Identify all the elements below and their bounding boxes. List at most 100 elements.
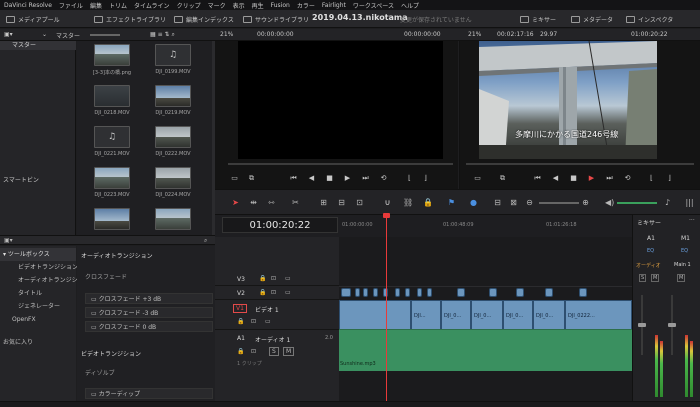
tree-generators[interactable]: ジェネレーター <box>0 300 76 313</box>
mute-button[interactable]: M <box>283 347 295 356</box>
selection-tool-icon[interactable]: ➤ <box>231 198 240 207</box>
track-header-v1[interactable]: V1 ビデオ 1 🔒 ⊡ ▭ <box>215 300 339 330</box>
go-to-end-icon[interactable]: ⏭ <box>606 175 613 182</box>
playhead-handle[interactable] <box>383 213 390 218</box>
menu-trim[interactable]: トリム <box>109 1 127 10</box>
smart-bins[interactable]: スマートビン <box>3 175 39 184</box>
media-clip[interactable]: DJI_0218.MOV <box>83 85 141 116</box>
menu-file[interactable]: ファイル <box>59 1 83 10</box>
lock-icon[interactable]: 🔒 <box>237 318 244 325</box>
menu-color[interactable]: カラー <box>297 1 315 10</box>
mark-out-icon[interactable]: ⌋ <box>666 175 673 182</box>
solo-button[interactable]: S <box>269 347 279 356</box>
video-clip-v1[interactable]: DJI_0... <box>441 300 471 330</box>
fx-dip-to-color[interactable]: ▭ カラーディップ <box>85 388 213 399</box>
search-icon[interactable]: ⌕ <box>204 237 207 245</box>
source-zoom[interactable]: 21% <box>220 31 233 38</box>
full-extent-zoom-icon[interactable]: ⊠ <box>509 198 518 207</box>
effects-library-button[interactable]: エフェクトライブラリ <box>94 13 166 25</box>
tree-openfx[interactable]: OpenFX <box>0 313 76 326</box>
blade-tool-icon[interactable]: ✂ <box>291 198 300 207</box>
video-clip-v2[interactable] <box>341 288 351 297</box>
track-header-v2[interactable]: V2 🔒 ⊡ ▭ <box>215 286 339 300</box>
more-options-icon[interactable]: ··· <box>689 217 695 224</box>
viewer-options-icon[interactable]: ▭ <box>231 175 238 182</box>
lock-icon[interactable]: 🔒 <box>259 289 266 296</box>
menu-playback[interactable]: 再生 <box>252 1 264 10</box>
mixer-button[interactable]: ミキサー <box>520 13 556 25</box>
video-clip-v2[interactable] <box>363 288 368 297</box>
video-clip-v1[interactable]: DJI_0... <box>471 300 503 330</box>
zoom-in-icon[interactable]: ⊕ <box>581 198 590 207</box>
flag-icon[interactable]: ⚑ <box>447 198 456 207</box>
stop-icon[interactable]: ■ <box>570 175 577 182</box>
track-visibility-icon[interactable]: ▭ <box>265 318 271 325</box>
go-to-end-icon[interactable]: ⏭ <box>362 175 369 182</box>
media-clip[interactable]: DJI_0223.MOV <box>83 167 141 198</box>
track-visibility-icon[interactable]: ▭ <box>285 275 291 282</box>
menu-help[interactable]: ヘルプ <box>401 1 419 10</box>
viewer-options-icon[interactable]: ▭ <box>474 175 481 182</box>
play-icon[interactable]: ▶ <box>344 175 351 182</box>
fx-crossfade-minus3[interactable]: ▭ クロスフェード -3 dB <box>85 307 213 318</box>
dynamic-trim-icon[interactable]: ⇿ <box>267 198 276 207</box>
timeline-viewer-frame[interactable] <box>479 41 657 159</box>
play-reverse-icon[interactable]: ◀ <box>308 175 315 182</box>
video-clip-v1[interactable]: DJI_0... <box>533 300 565 330</box>
media-clip[interactable]: [3-3]本の橋.png <box>83 44 141 76</box>
track-visibility-icon[interactable]: ▭ <box>285 289 291 296</box>
mark-in-icon[interactable]: ⌊ <box>648 175 655 182</box>
video-clip-v1[interactable] <box>339 300 411 330</box>
menu-clip[interactable]: クリップ <box>177 1 201 10</box>
edit-index-button[interactable]: 編集インデックス <box>174 13 234 25</box>
playhead[interactable] <box>386 215 387 407</box>
eq-button[interactable]: EQ <box>647 248 654 254</box>
mute-button[interactable]: M <box>651 274 660 282</box>
thumb-size-slider[interactable] <box>90 34 120 36</box>
auto-select-icon[interactable]: ⊡ <box>271 275 276 282</box>
zoom-slider[interactable] <box>539 202 579 204</box>
view-mode-icons[interactable]: ▦ ≡ ⇅ ⌕ <box>150 31 175 39</box>
tree-audio-transitions[interactable]: オーディオトランジション <box>0 274 90 287</box>
menu-fusion[interactable]: Fusion <box>271 2 290 9</box>
video-clip-v2[interactable] <box>489 288 497 297</box>
menu-view[interactable]: 表示 <box>233 1 245 10</box>
media-clip[interactable] <box>144 208 202 230</box>
timeline-viewer-scrubber[interactable] <box>466 163 694 165</box>
video-clip-v1[interactable]: DJI_0222... <box>565 300 632 330</box>
solo-button[interactable]: S <box>639 274 647 282</box>
mark-in-icon[interactable]: ⌊ <box>406 175 413 182</box>
volume-icon[interactable]: ◀) <box>605 198 614 207</box>
fx-crossfade-0[interactable]: ▭ クロスフェード 0 dB <box>85 321 213 332</box>
menu-mark[interactable]: マーク <box>208 1 226 10</box>
video-clip-v1[interactable]: DJI_0... <box>503 300 533 330</box>
eq-button[interactable]: EQ <box>681 248 688 254</box>
media-pool-button[interactable]: メディアプール <box>6 13 60 25</box>
source-scrubber[interactable] <box>228 163 453 165</box>
play-icon[interactable]: ▶ <box>588 175 595 182</box>
loop-icon[interactable]: ⟲ <box>380 175 387 182</box>
play-reverse-icon[interactable]: ◀ <box>552 175 559 182</box>
mark-out-icon[interactable]: ⌋ <box>422 175 429 182</box>
media-clip[interactable]: ♫ DJI_0221.MOV <box>83 126 141 157</box>
menu-edit[interactable]: 編集 <box>90 1 102 10</box>
lock-icon[interactable]: 🔒 <box>237 348 244 355</box>
video-clip-v2[interactable] <box>373 288 378 297</box>
video-clip-v1[interactable]: DJI... <box>411 300 441 330</box>
track-header-v3[interactable]: V3 🔒 ⊡ ▭ <box>215 272 339 286</box>
zoom-out-icon[interactable]: ⊖ <box>525 198 534 207</box>
auto-select-icon[interactable]: ⊡ <box>251 348 256 355</box>
media-clip[interactable]: DJI_0224.MOV <box>144 167 202 198</box>
mute-button[interactable]: M <box>677 274 686 282</box>
sound-library-button[interactable]: サウンドライブラリ <box>243 13 309 25</box>
tree-video-transitions[interactable]: ビデオトランジション <box>0 261 78 274</box>
loop-icon[interactable]: ⟲ <box>624 175 631 182</box>
fader-handle[interactable] <box>638 323 646 327</box>
audio-clip-a1[interactable] <box>339 329 632 371</box>
menu-workspace[interactable]: ワークスペース <box>353 1 394 10</box>
linked-selection-icon[interactable]: ⛓ <box>403 198 413 207</box>
menu-timeline[interactable]: タイムライン <box>134 1 170 10</box>
go-to-start-icon[interactable]: ⏮ <box>534 175 541 182</box>
marker-icon[interactable]: ● <box>469 198 478 207</box>
fx-crossfade-plus3[interactable]: ▭ クロスフェード +3 dB <box>85 293 213 304</box>
